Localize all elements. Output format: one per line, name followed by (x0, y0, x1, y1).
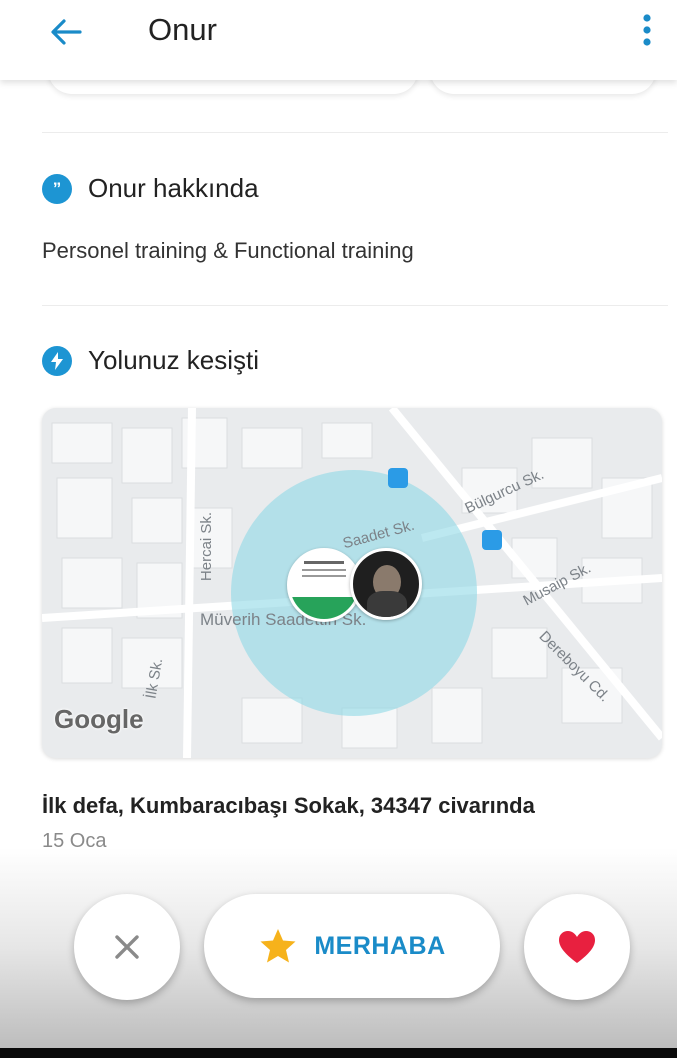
dislike-button[interactable] (74, 894, 180, 1000)
system-nav-bar (0, 1048, 677, 1058)
hello-button[interactable]: MERHABA (204, 894, 500, 998)
about-text: Personel training & Functional training (42, 238, 414, 263)
google-logo: Google (54, 704, 144, 734)
more-vertical-icon (643, 14, 651, 46)
hello-button-label: MERHABA (314, 931, 446, 960)
divider (42, 305, 668, 306)
crossed-heading-label: Yolunuz kesişti (88, 345, 260, 375)
match-avatar (350, 548, 422, 620)
page-title: Onur (148, 12, 217, 47)
heart-icon (559, 931, 595, 963)
app-bar: Onur (0, 0, 677, 80)
divider (42, 132, 668, 133)
back-button[interactable] (44, 10, 88, 54)
lightning-icon (42, 345, 72, 376)
about-heading: ” Onur hakkında (42, 173, 259, 204)
more-options-button[interactable] (632, 8, 662, 52)
star-icon (260, 929, 296, 963)
about-heading-label: Onur hakkında (88, 173, 259, 203)
arrow-left-icon (51, 19, 82, 45)
map-street-label: Hercai Sk. (198, 511, 216, 582)
like-button[interactable] (524, 894, 630, 1000)
first-crossed-location: İlk defa, Kumbaracıbaşı Sokak, 34347 civ… (42, 793, 535, 818)
crossed-paths-map[interactable]: Hercai Sk. Saadet Sk. Bülgurcu Sk. Müver… (42, 408, 662, 758)
close-icon (115, 935, 139, 959)
quote-icon: ” (42, 173, 72, 204)
crossed-heading: Yolunuz kesişti (42, 345, 259, 376)
